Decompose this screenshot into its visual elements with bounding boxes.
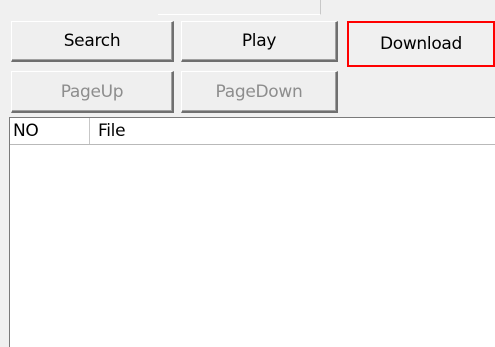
top-tab-edge — [158, 0, 321, 15]
play-button[interactable]: Play — [181, 21, 338, 62]
file-list-header: NO File — [10, 118, 495, 145]
download-button[interactable]: Download — [347, 21, 495, 67]
page-down-button[interactable]: PageDown — [181, 71, 338, 113]
page-up-button[interactable]: PageUp — [11, 71, 174, 113]
search-button[interactable]: Search — [11, 21, 174, 62]
file-list[interactable]: NO File — [9, 117, 495, 347]
column-header-file[interactable]: File — [91, 118, 495, 144]
column-header-no[interactable]: NO — [10, 118, 90, 144]
top-strip — [0, 0, 495, 15]
file-list-body[interactable] — [10, 145, 495, 347]
